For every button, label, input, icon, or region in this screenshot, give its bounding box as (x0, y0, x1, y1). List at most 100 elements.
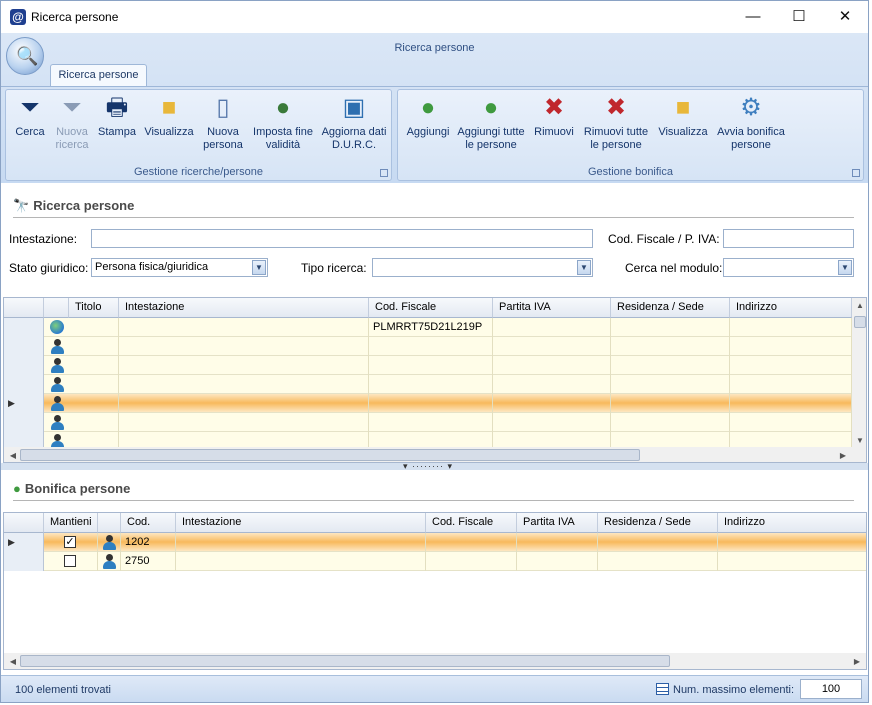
cell-indirizzo[interactable] (730, 337, 852, 356)
results-grid[interactable]: Titolo Intestazione Cod. Fiscale Partita… (3, 297, 867, 463)
cell-partita-iva[interactable] (493, 337, 611, 356)
cell-cod[interactable]: 2750 (121, 552, 176, 571)
cell-partita-iva[interactable] (517, 533, 598, 552)
row-header[interactable] (4, 552, 44, 571)
cell-intestazione[interactable] (176, 533, 426, 552)
cell-residenza[interactable] (611, 394, 730, 413)
table-row[interactable] (4, 375, 852, 394)
dialog-launcher-icon[interactable] (380, 169, 388, 177)
cerca-modulo-select[interactable]: ▼ (723, 258, 854, 277)
column-header-residenza[interactable]: Residenza / Sede (611, 298, 730, 318)
cell-intestazione[interactable] (119, 394, 369, 413)
close-button[interactable]: ✕ (822, 1, 868, 33)
row-header[interactable] (4, 375, 44, 394)
imposta-fine-validita-button[interactable]: ● Imposta fine validità (250, 93, 316, 152)
aggiungi-tutte-button[interactable]: ● Aggiungi tutte le persone (456, 93, 526, 152)
aggiungi-button[interactable]: ● Aggiungi (402, 93, 454, 139)
cell-cod-fiscale[interactable] (426, 552, 517, 571)
bonifica-grid[interactable]: Mantieni Cod. Intestazione Cod. Fiscale … (3, 512, 867, 670)
visualizza-button[interactable]: ■ Visualizza (140, 93, 198, 139)
cell-partita-iva[interactable] (493, 356, 611, 375)
bonifica-horizontal-scrollbar[interactable]: ◀ ▶ (4, 653, 866, 669)
cell-intestazione[interactable] (119, 413, 369, 432)
table-row[interactable] (4, 413, 852, 432)
cell-cod-fiscale[interactable] (369, 375, 493, 394)
scroll-up-icon[interactable]: ▲ (853, 301, 866, 310)
cell-titolo[interactable] (69, 394, 119, 413)
mantieni-checkbox[interactable] (64, 555, 76, 567)
scroll-down-icon[interactable]: ▼ (853, 436, 866, 445)
cell-intestazione[interactable] (119, 375, 369, 394)
column-header-partita-iva[interactable]: Partita IVA (493, 298, 611, 318)
column-header-partita-iva[interactable]: Partita IVA (517, 513, 598, 533)
cell-indirizzo[interactable] (730, 394, 852, 413)
row-header[interactable] (4, 337, 44, 356)
scroll-thumb[interactable] (20, 655, 670, 667)
max-elements-input[interactable]: 100 (800, 679, 862, 699)
cell-residenza[interactable] (611, 413, 730, 432)
cell-indirizzo[interactable] (718, 552, 866, 571)
row-header[interactable] (4, 413, 44, 432)
rimuovi-button[interactable]: ✖ Rimuovi (528, 93, 580, 139)
column-header-cod[interactable]: Cod. (121, 513, 176, 533)
column-header-cod-fiscale[interactable]: Cod. Fiscale (369, 298, 493, 318)
cell-residenza[interactable] (598, 552, 718, 571)
table-row[interactable]: ▶ (4, 394, 852, 413)
scroll-thumb[interactable] (854, 316, 866, 328)
cell-partita-iva[interactable] (493, 394, 611, 413)
cell-cod-fiscale[interactable] (369, 356, 493, 375)
tab-ricerca-persone[interactable]: Ricerca persone (50, 64, 147, 87)
rimuovi-tutte-button[interactable]: ✖ Rimuovi tutte le persone (580, 93, 652, 152)
dialog-launcher-icon[interactable] (852, 169, 860, 177)
table-row[interactable] (4, 337, 852, 356)
table-row[interactable] (4, 356, 852, 375)
cell-cod-fiscale[interactable] (426, 533, 517, 552)
cell-cod[interactable]: 1202 (121, 533, 176, 552)
avvia-bonifica-button[interactable]: ⚙ Avvia bonifica persone (714, 93, 788, 152)
tipo-ricerca-select[interactable]: ▼ (372, 258, 593, 277)
scroll-right-icon[interactable]: ▶ (850, 657, 864, 666)
codfisc-input[interactable] (723, 229, 854, 248)
cell-residenza[interactable] (611, 337, 730, 356)
intestazione-input[interactable] (91, 229, 593, 248)
scroll-thumb[interactable] (20, 449, 640, 461)
cell-residenza[interactable] (611, 375, 730, 394)
cell-indirizzo[interactable] (730, 375, 852, 394)
nuova-persona-button[interactable]: ▯ Nuova persona (198, 93, 248, 152)
column-header-indirizzo[interactable]: Indirizzo (718, 513, 866, 533)
cell-intestazione[interactable] (176, 552, 426, 571)
application-menu-button[interactable]: 🔍 (6, 37, 44, 75)
cell-residenza[interactable] (598, 533, 718, 552)
cell-intestazione[interactable] (119, 337, 369, 356)
table-row[interactable]: PLMRRT75D21L219P (4, 318, 852, 337)
chevron-down-icon[interactable]: ▼ (252, 260, 266, 275)
chevron-down-icon[interactable]: ▼ (577, 260, 591, 275)
cell-intestazione[interactable] (119, 356, 369, 375)
cell-cod-fiscale[interactable]: PLMRRT75D21L219P (369, 318, 493, 337)
scroll-right-icon[interactable]: ▶ (836, 451, 850, 460)
column-header-titolo[interactable]: Titolo (69, 298, 119, 318)
cell-titolo[interactable] (69, 356, 119, 375)
visualizza-bonifica-button[interactable]: ■ Visualizza (654, 93, 712, 139)
chevron-down-icon[interactable]: ▼ (838, 260, 852, 275)
cell-cod-fiscale[interactable] (369, 337, 493, 356)
scroll-left-icon[interactable]: ◀ (6, 451, 20, 460)
cell-indirizzo[interactable] (730, 356, 852, 375)
table-row[interactable]: ▶ ✓ 1202 (4, 533, 866, 552)
row-indicator-icon[interactable]: ▶ (4, 533, 44, 552)
row-header[interactable] (4, 356, 44, 375)
cell-indirizzo[interactable] (730, 413, 852, 432)
cell-titolo[interactable] (69, 337, 119, 356)
cell-residenza[interactable] (611, 356, 730, 375)
stato-giuridico-select[interactable]: Persona fisica/giuridica ▼ (91, 258, 268, 277)
cell-partita-iva[interactable] (493, 375, 611, 394)
row-indicator-icon[interactable]: ▶ (4, 394, 44, 413)
column-header-intestazione[interactable]: Intestazione (176, 513, 426, 533)
cell-indirizzo[interactable] (730, 318, 852, 337)
cell-indirizzo[interactable] (718, 533, 866, 552)
splitter[interactable]: ▾ ········ ▾ (1, 461, 868, 471)
row-header[interactable] (4, 318, 44, 337)
column-header-residenza[interactable]: Residenza / Sede (598, 513, 718, 533)
stampa-button[interactable]: 🖶 Stampa (94, 93, 140, 139)
cerca-button[interactable]: ⏷ Cerca (10, 93, 50, 139)
